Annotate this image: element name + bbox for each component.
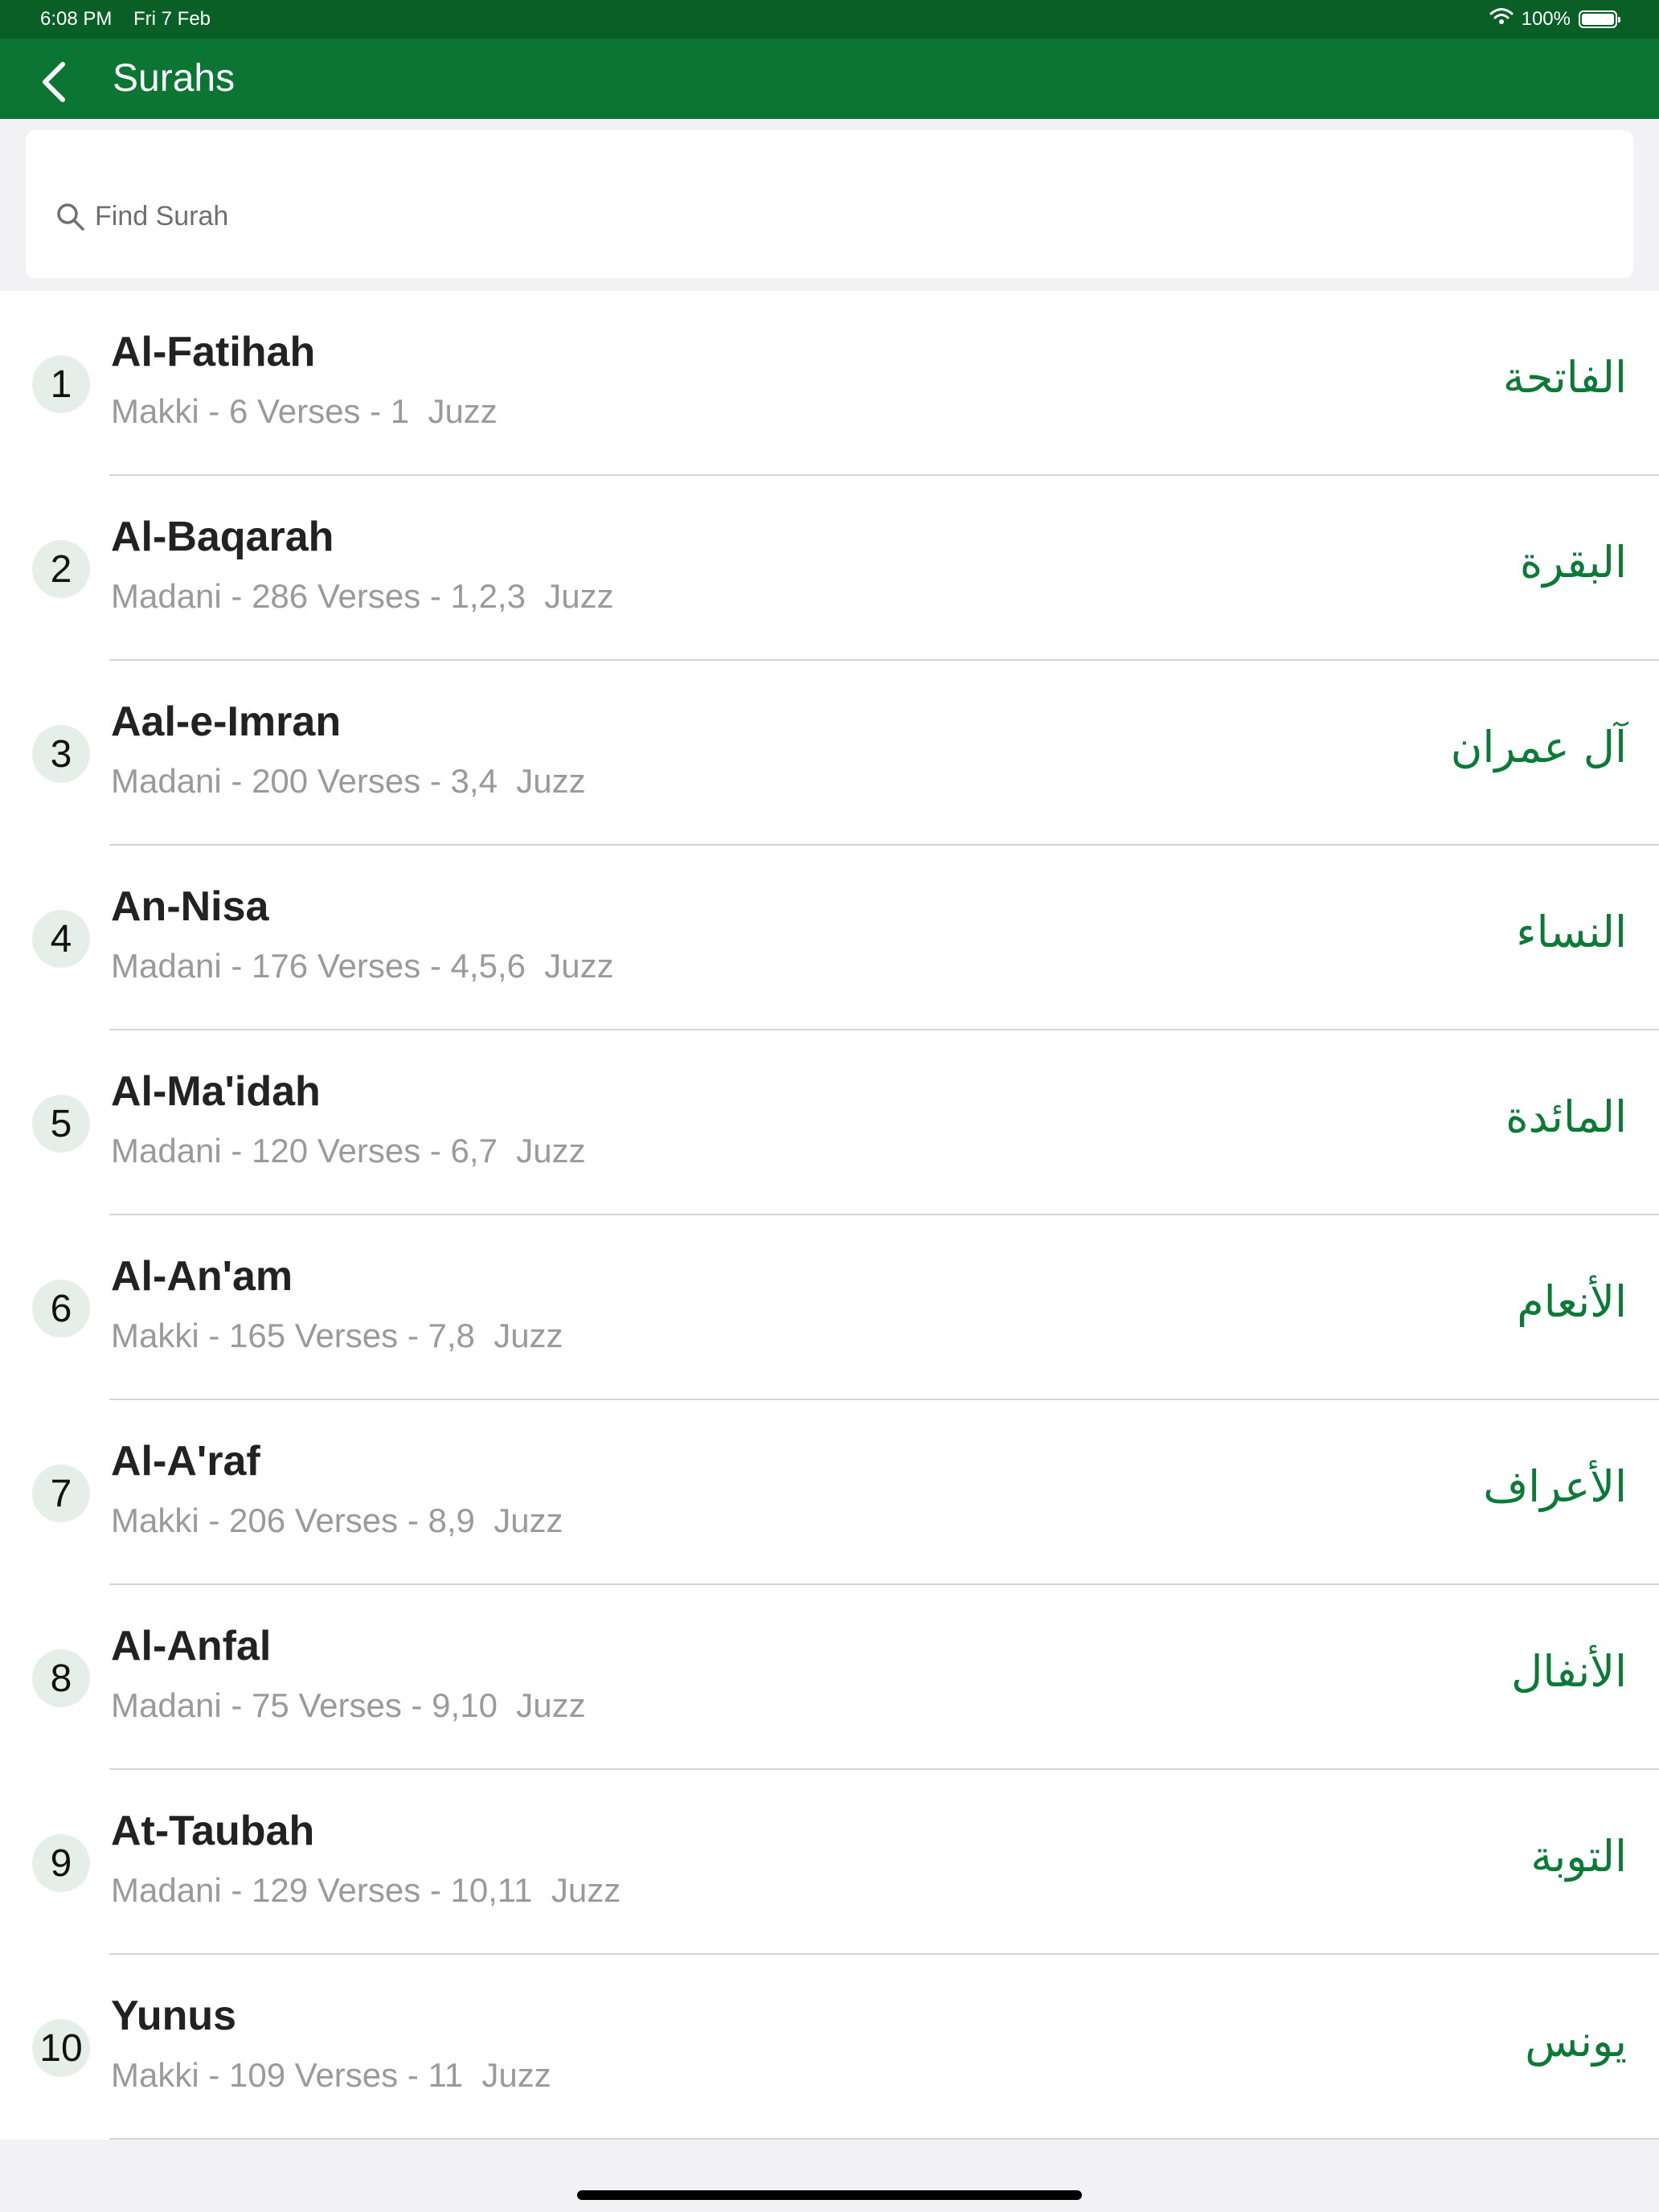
surah-details: Makki - 6 Verses - 1 Juzz (111, 392, 498, 430)
surah-row-4[interactable]: 4 An-Nisa Madani - 176 Verses - 4,5,6 Ju… (0, 846, 1659, 1030)
surah-arabic-name: النساء (1516, 907, 1627, 957)
surah-details: Makki - 206 Verses - 8,9 Juzz (111, 1501, 563, 1539)
surah-details: Madani - 129 Verses - 10,11 Juzz (111, 1871, 621, 1909)
status-date: Fri 7 Feb (133, 8, 211, 30)
surah-row-6[interactable]: 6 Al-An'am Makki - 165 Verses - 7,8 Juzz… (0, 1215, 1659, 1400)
nav-bar: Surahs (0, 39, 1659, 119)
surah-number-badge: 8 (32, 1649, 90, 1707)
surah-arabic-name: آل عمران (1450, 722, 1627, 772)
surah-arabic-name: الأنفال (1511, 1646, 1627, 1697)
surah-details: Makki - 109 Verses - 11 Juzz (111, 2056, 551, 2094)
chevron-left-icon (43, 62, 65, 102)
surah-arabic-name: المائدة (1505, 1092, 1627, 1142)
surah-name: Al-An'am (111, 1253, 293, 1300)
surah-name: Yunus (111, 1993, 237, 2039)
surah-arabic-name: الأنعام (1517, 1276, 1627, 1327)
surah-name: At-Taubah (111, 1808, 315, 1854)
surah-name: Al-Anfal (111, 1623, 272, 1669)
surah-row-8[interactable]: 8 Al-Anfal Madani - 75 Verses - 9,10 Juz… (0, 1585, 1659, 1770)
battery-percent: 100% (1521, 7, 1571, 30)
surah-number-badge: 4 (32, 910, 90, 968)
surah-row-10[interactable]: 10 Yunus Makki - 109 Verses - 11 Juzz يو… (0, 1955, 1659, 2140)
status-right: 100% (1489, 6, 1620, 31)
surah-row-7[interactable]: 7 Al-A'raf Makki - 206 Verses - 8,9 Juzz… (0, 1400, 1659, 1585)
surah-number-badge: 9 (32, 1834, 90, 1892)
surah-name: Al-A'raf (111, 1438, 260, 1485)
page-title: Surahs (113, 57, 236, 100)
surah-details: Madani - 176 Verses - 4,5,6 Juzz (111, 947, 614, 985)
back-button[interactable] (32, 56, 80, 104)
surah-number-badge: 10 (32, 2019, 90, 2077)
surah-arabic-name: الفاتحة (1502, 352, 1627, 403)
surah-row-9[interactable]: 9 At-Taubah Madani - 129 Verses - 10,11 … (0, 1770, 1659, 1955)
surah-number-badge: 3 (32, 725, 90, 783)
home-indicator[interactable] (577, 2190, 1082, 2200)
search-input[interactable] (93, 191, 1608, 241)
surah-number-badge: 7 (32, 1464, 90, 1522)
surah-arabic-name: التوبة (1530, 1831, 1627, 1882)
surah-name: Al-Baqarah (111, 514, 334, 560)
surah-arabic-name: البقرة (1519, 537, 1627, 588)
surah-number-badge: 5 (32, 1095, 90, 1153)
row-divider (109, 2138, 1659, 2140)
wifi-icon (1489, 6, 1514, 31)
surah-row-5[interactable]: 5 Al-Ma'idah Madani - 120 Verses - 6,7 J… (0, 1030, 1659, 1215)
surah-details: Madani - 286 Verses - 1,2,3 Juzz (111, 577, 614, 615)
surah-details: Makki - 165 Verses - 7,8 Juzz (111, 1317, 563, 1354)
surah-details: Madani - 200 Verses - 3,4 Juzz (111, 762, 586, 800)
surah-row-1[interactable]: 1 Al-Fatihah Makki - 6 Verses - 1 Juzz ا… (0, 291, 1659, 476)
surah-list: 1 Al-Fatihah Makki - 6 Verses - 1 Juzz ا… (0, 291, 1659, 2140)
surah-number-badge: 1 (32, 355, 90, 413)
bottom-bar (0, 2156, 1659, 2212)
surah-name: Al-Fatihah (111, 329, 316, 375)
search-icon (57, 203, 84, 231)
status-bar: 6:08 PM Fri 7 Feb 100% (0, 0, 1659, 39)
surah-arabic-name: يونس (1525, 2016, 1627, 2067)
search-area (0, 119, 1659, 289)
surah-arabic-name: الأعراف (1483, 1461, 1627, 1512)
surah-name: An-Nisa (111, 883, 269, 930)
surah-number-badge: 6 (32, 1280, 90, 1337)
surah-row-3[interactable]: 3 Aal-e-Imran Madani - 200 Verses - 3,4 … (0, 661, 1659, 846)
surah-details: Madani - 75 Verses - 9,10 Juzz (111, 1686, 586, 1724)
surah-details: Madani - 120 Verses - 6,7 Juzz (111, 1132, 586, 1169)
surah-name: Al-Ma'idah (111, 1068, 321, 1115)
battery-icon (1579, 10, 1620, 28)
status-time: 6:08 PM (40, 8, 113, 30)
search-box[interactable] (26, 130, 1633, 278)
surah-row-2[interactable]: 2 Al-Baqarah Madani - 286 Verses - 1,2,3… (0, 476, 1659, 661)
surah-name: Aal-e-Imran (111, 698, 342, 745)
surah-number-badge: 2 (32, 540, 90, 598)
